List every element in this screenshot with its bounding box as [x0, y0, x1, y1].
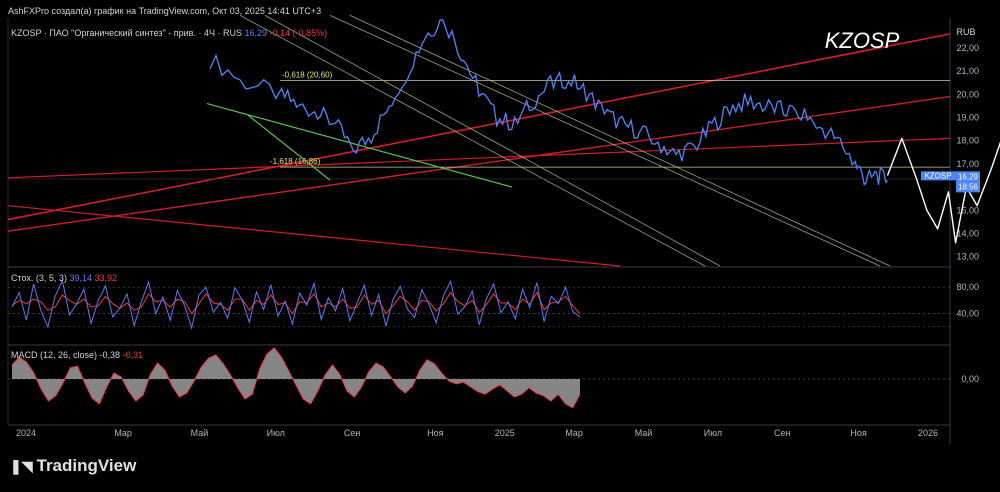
macd-tick: 0,00	[961, 374, 979, 384]
price-badge-countdown: 18:56	[958, 182, 979, 191]
stoch-tick: 40,00	[956, 309, 979, 319]
price-axis-tick: 21,00	[956, 66, 979, 76]
price-badge-price: 16,29	[958, 172, 979, 181]
macd-value: -0,38	[99, 350, 121, 360]
macd-signal-value: -0,31	[122, 350, 144, 360]
time-axis-tick: Июл	[267, 428, 285, 438]
price-axis-tick: 13,00	[956, 252, 979, 262]
time-axis-tick: Мар	[114, 428, 132, 438]
price-axis-tick: 14,00	[956, 229, 979, 239]
time-axis-tick: Май	[191, 428, 209, 438]
time-axis-tick: Ноя	[850, 428, 867, 438]
stoch-legend: Стох. (3, 5, 3) 39,14 33,92	[11, 273, 117, 283]
price-axis-tick: 18,00	[956, 136, 979, 146]
time-axis-tick: Июл	[704, 428, 722, 438]
price-badge-symbol: KZOSP	[924, 171, 951, 180]
time-axis-tick: Ноя	[427, 428, 444, 438]
fib-level-label: -1,618 (16,86)	[270, 157, 321, 166]
price-axis-tick: 19,00	[956, 112, 979, 122]
attribution-text: AshFXPro создал(а) график на TradingView…	[8, 6, 322, 16]
price-axis-tick: 22,00	[956, 43, 979, 53]
legend-name: ПАО "Органический синтез" - прив.	[49, 28, 196, 38]
time-axis-tick: Сен	[344, 428, 361, 438]
chart-svg: 22,0021,0020,0019,0018,0017,0016,0015,00…	[0, 0, 1000, 487]
stoch-d-value: 33,92	[94, 273, 118, 283]
legend-exchange: RUS	[222, 28, 242, 38]
time-axis-tick: Сен	[774, 428, 791, 438]
stoch-label: Стох. (3, 5, 3)	[11, 273, 67, 283]
legend-last: 16,29	[244, 28, 268, 38]
time-axis-tick: Май	[635, 428, 653, 438]
stoch-k-value: 39,14	[69, 273, 92, 283]
stoch-tick: 80,00	[956, 282, 979, 292]
tradingview-logo: ❚◥ TradingView	[10, 456, 136, 476]
price-axis-tick: 15,00	[956, 205, 979, 215]
legend-symbol: KZOSP	[11, 28, 42, 38]
legend-main: KZOSP · ПАО "Органический синтез" - прив…	[11, 28, 328, 38]
symbol-watermark: KZOSP	[825, 28, 900, 53]
brand-text: TradingView	[36, 456, 137, 475]
time-axis-tick: Мар	[565, 428, 583, 438]
macd-legend: MACD (12, 26, close) -0,38 -0,31	[11, 350, 143, 360]
chart-frame: 22,0021,0020,0019,0018,0017,0016,0015,00…	[0, 0, 1000, 487]
price-axis-tick: 20,00	[956, 89, 979, 99]
time-axis-tick: 2025	[495, 428, 515, 438]
time-axis-tick: 2026	[918, 428, 938, 438]
macd-label: MACD (12, 26, close)	[11, 350, 98, 360]
currency-label: RUB	[956, 27, 975, 37]
background	[0, 0, 1000, 487]
tv-logo-icon: ❚◥	[10, 458, 33, 474]
time-axis-tick: 2024	[16, 428, 36, 438]
fib-level-label: -0,618 (20,60)	[282, 70, 333, 79]
legend-change: -0,14 (-0,85%)	[269, 28, 328, 38]
legend-interval: 4Ч	[203, 28, 215, 38]
price-axis-tick: 17,00	[956, 159, 979, 169]
